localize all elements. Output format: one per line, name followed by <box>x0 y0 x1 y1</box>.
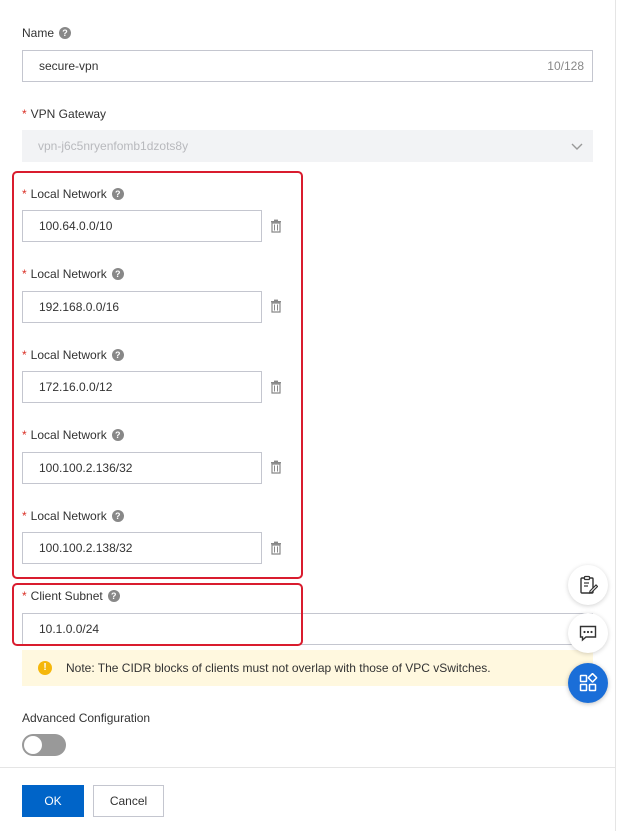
name-label: Name ? <box>22 25 72 41</box>
help-icon[interactable]: ? <box>59 27 72 39</box>
cancel-button[interactable]: Cancel <box>93 785 164 817</box>
client-subnet-highlight <box>12 583 303 646</box>
advanced-configuration-toggle[interactable] <box>22 734 66 756</box>
form-edit-fab[interactable] <box>568 565 608 605</box>
vpn-gateway-select: vpn-j6c5nryenfomb1dzots8y <box>22 130 593 162</box>
required-mark: * <box>22 107 27 121</box>
form-edit-icon <box>580 575 598 594</box>
chat-icon <box>579 625 597 642</box>
advanced-configuration-label: Advanced Configuration <box>22 710 150 726</box>
name-input-value: secure-vpn <box>39 59 99 73</box>
vpn-gateway-value: vpn-j6c5nryenfomb1dzots8y <box>38 139 189 153</box>
cidr-overlap-note: ! Note: The CIDR blocks of clients must … <box>22 650 593 686</box>
vpn-gateway-label-text: VPN Gateway <box>30 107 107 121</box>
warning-icon: ! <box>38 661 52 675</box>
advanced-configuration-text: Advanced Configuration <box>22 711 151 725</box>
panel-border <box>615 0 616 831</box>
apps-fab[interactable] <box>568 663 608 703</box>
footer-divider <box>0 767 615 768</box>
note-text: Note: The CIDR blocks of clients must no… <box>66 661 491 675</box>
ok-button[interactable]: OK <box>22 785 84 817</box>
name-label-text: Name <box>22 26 55 40</box>
name-char-counter: 10/128 <box>547 59 584 73</box>
name-input[interactable]: secure-vpn 10/128 <box>22 50 593 82</box>
local-networks-highlight <box>12 171 303 579</box>
chat-fab[interactable] <box>568 613 608 653</box>
vpn-gateway-label: * VPN Gateway <box>22 106 106 122</box>
chevron-down-icon <box>571 143 583 150</box>
apps-icon <box>579 673 598 692</box>
toggle-knob <box>24 736 42 754</box>
